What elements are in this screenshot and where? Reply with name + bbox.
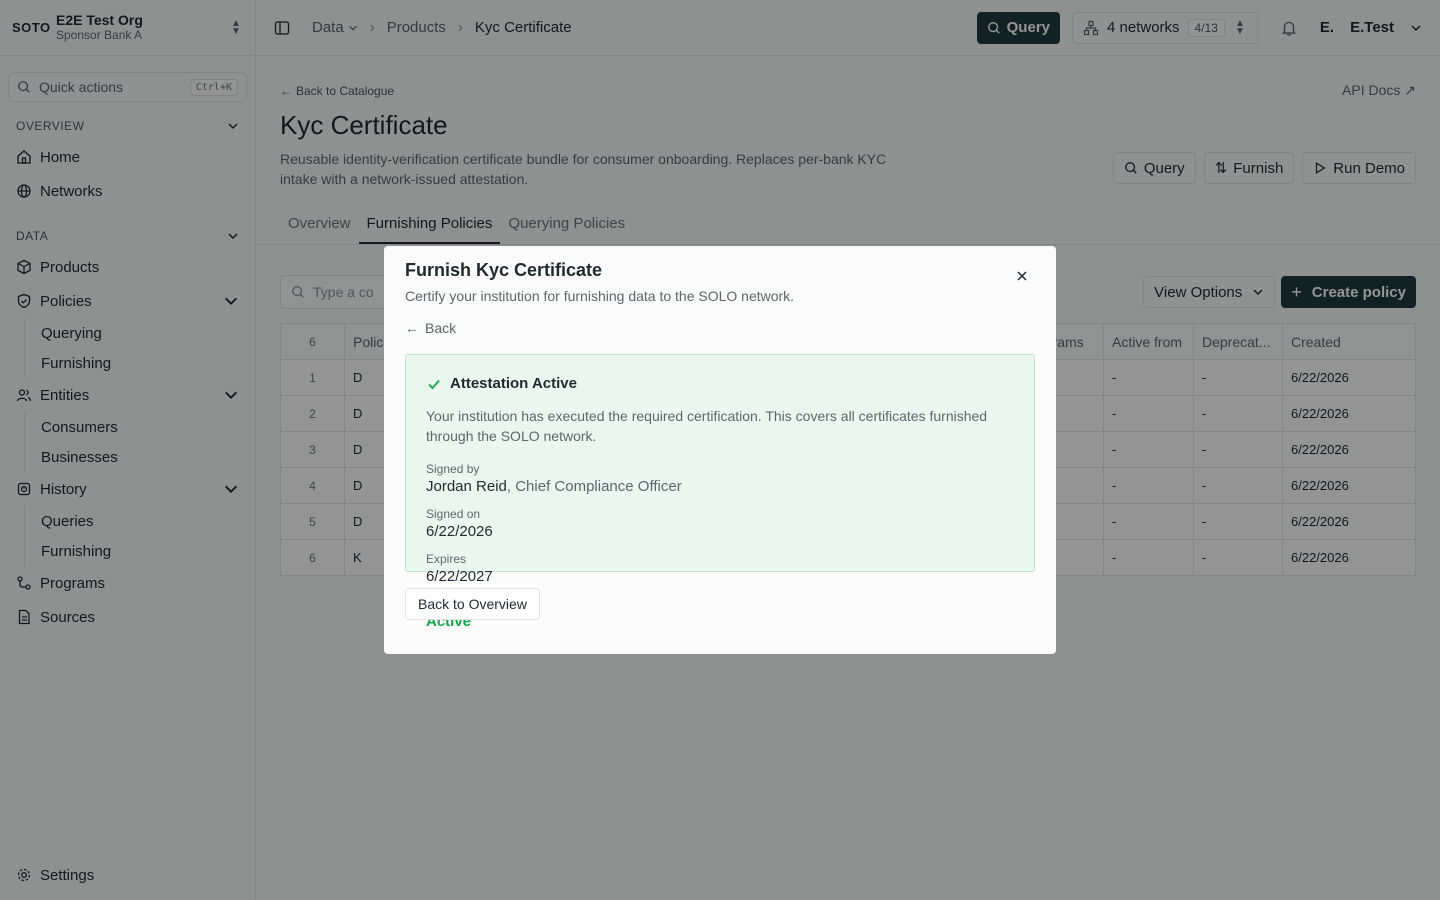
attestation-text: Your institution has executed the requir… — [426, 408, 988, 444]
signer-role: , Chief Compliance Officer — [506, 478, 682, 495]
signer-name: Jordan Reid — [426, 478, 507, 495]
attestation-header: Attestation Active — [426, 375, 1014, 392]
dialog-back-link[interactable]: ← Back — [405, 320, 1035, 336]
expires-label: Expires — [426, 552, 467, 566]
signed-by-label: Signed by — [426, 462, 480, 476]
attestation-card: Attestation Active Your institution has … — [405, 354, 1035, 630]
signed-by-value: Jordan Reid, Chief Compliance Officer — [426, 478, 728, 495]
arrow-left-icon: ← — [405, 320, 419, 336]
check-icon — [428, 379, 440, 389]
expires-value: 6/22/2027 — [426, 568, 493, 585]
signed-on-field: Signed on 6/22/2026 — [426, 507, 728, 540]
back-to-overview-button[interactable]: Back to Overview — [405, 588, 540, 620]
signed-by-field: Signed by Jordan Reid, Chief Compliance … — [426, 462, 728, 495]
expires-field: Expires 6/22/2027 — [426, 552, 728, 585]
dialog-title: Furnish Kyc Certificate — [405, 260, 603, 280]
close-icon[interactable] — [1014, 268, 1030, 284]
dialog-back-label: Back — [425, 320, 457, 336]
furnish-dialog: Furnish Kyc Certificate Certify your ins… — [384, 246, 1056, 654]
signed-on-label: Signed on — [426, 507, 481, 521]
attestation-title: Attestation Active — [450, 375, 577, 392]
signed-on-value: 6/22/2026 — [426, 523, 493, 540]
dialog-subtitle: Certify your institution for furnishing … — [405, 288, 795, 304]
